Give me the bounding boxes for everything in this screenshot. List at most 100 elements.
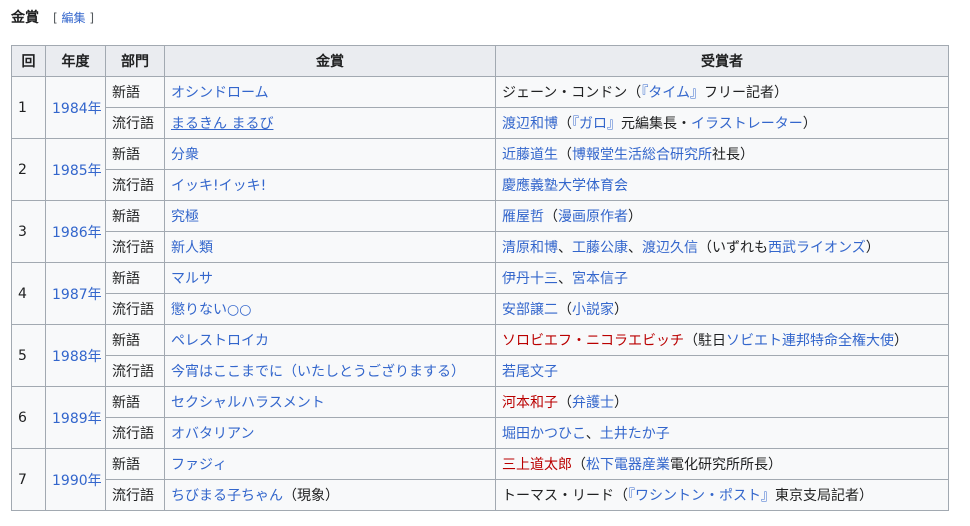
recipient-link[interactable]: ソビエト連邦特命全権大使 <box>726 333 894 349</box>
award-word-link[interactable]: 分衆 <box>171 147 199 163</box>
recipient-text: ） <box>894 333 908 349</box>
recipient-link[interactable]: 西武ライオンズ <box>768 240 866 256</box>
recipient-link[interactable]: 伊丹十三 <box>502 271 558 287</box>
recipient-link[interactable]: 堀田かつひこ <box>502 426 586 442</box>
recipient-text: 、 <box>558 240 572 256</box>
cell-recipient: 若尾文子 <box>495 355 949 387</box>
table-row: 流行語 新人類 清原和博、工藤公康、渡辺久信（いずれも西武ライオンズ） <box>12 231 949 263</box>
table-header-row: 回 年度 部門 金賞 受賞者 <box>11 45 949 77</box>
table-row: 流行語 ちびまる子ちゃん（現象） トーマス・リード（『ワシントン・ポスト』東京支局記… <box>12 479 949 511</box>
recipient-link[interactable]: 慶應義塾大学体育会 <box>502 178 628 194</box>
cell-category: 新語 <box>105 262 165 294</box>
table-row: 流行語 懲りない○○ 安部譲二（小説家） <box>12 293 949 325</box>
recipient-link[interactable]: 安部譲二 <box>502 302 558 318</box>
recipient-link[interactable]: 工藤公康 <box>572 240 628 256</box>
recipient-redlink[interactable]: ソロビエフ・ニコラエビッチ <box>502 333 684 349</box>
award-word-suffix: （現象） <box>283 488 339 504</box>
cell-recipient: 慶應義塾大学体育会 <box>495 169 949 201</box>
award-word-link[interactable]: オバタリアン <box>171 426 254 442</box>
award-word-link[interactable]: 懲りない○○ <box>171 302 251 318</box>
cell-category: 新語 <box>105 448 165 480</box>
award-word-link[interactable]: ペレストロイカ <box>171 333 269 349</box>
section-heading: 金賞 [ 編集 ] <box>11 7 94 27</box>
cell-number: 5 <box>11 324 46 387</box>
recipient-link[interactable]: 博報堂生活総合研究所 <box>572 147 712 163</box>
recipient-link[interactable]: 『タイム』 <box>641 85 704 101</box>
award-word-link[interactable]: まるきん まるび <box>171 116 273 132</box>
recipient-link[interactable]: 松下電器産業 <box>586 457 670 473</box>
cell-award-word: オバタリアン <box>164 417 496 449</box>
edit-section: [ 編集 ] <box>53 9 94 26</box>
cell-recipient: 雁屋哲（漫画原作者） <box>495 200 949 232</box>
recipient-link[interactable]: 宮本信子 <box>572 271 628 287</box>
year-link[interactable]: 1989年 <box>52 411 102 427</box>
table-row: 1 1984年 新語 オシンドローム ジェーン・コンドン（『タイム』フリー記者） <box>11 76 949 139</box>
header-recipient: 受賞者 <box>495 45 949 77</box>
recipient-link[interactable]: 土井たか子 <box>600 426 670 442</box>
edit-link[interactable]: 編集 <box>62 11 86 25</box>
recipient-link[interactable]: イラストレーター <box>691 116 803 132</box>
header-category: 部門 <box>105 45 165 77</box>
cell-award-word: まるきん まるび <box>164 107 496 139</box>
section-title: 金賞 <box>11 10 39 26</box>
recipient-link[interactable]: 渡辺久信 <box>642 240 698 256</box>
year-link[interactable]: 1986年 <box>52 225 102 241</box>
recipient-text: 電化研究所所長） <box>670 457 782 473</box>
table-row: 流行語 オバタリアン 堀田かつひこ、土井たか子 <box>12 417 949 449</box>
recipient-text: トーマス・リード（ <box>502 488 628 504</box>
recipient-redlink[interactable]: 河本和子 <box>502 395 558 411</box>
recipient-link[interactable]: 『ガロ』 <box>572 116 621 132</box>
award-word-link[interactable]: イッキ!イッキ! <box>171 178 266 194</box>
cell-category: 流行語 <box>105 417 165 449</box>
recipient-link[interactable]: 漫画原作者 <box>558 209 628 225</box>
award-word-link[interactable]: 新人類 <box>171 240 213 256</box>
header-gold-award: 金賞 <box>164 45 496 77</box>
cell-year: 1987年 <box>45 262 106 325</box>
cell-category: 新語 <box>105 138 165 170</box>
recipient-link[interactable]: 清原和博 <box>502 240 558 256</box>
year-link[interactable]: 1987年 <box>52 287 102 303</box>
recipient-link[interactable]: 渡辺和博 <box>502 116 558 132</box>
table-row: 7 1990年 新語 ファジィ 三上道太郎（松下電器産業電化研究所所長） <box>11 448 949 511</box>
award-word-link[interactable]: オシンドローム <box>171 85 269 101</box>
award-word-link[interactable]: マルサ <box>171 271 213 287</box>
cell-year: 1986年 <box>45 200 106 263</box>
edit-bracket-open: [ <box>53 11 58 25</box>
cell-category: 流行語 <box>105 107 165 139</box>
year-link[interactable]: 1984年 <box>52 101 102 117</box>
cell-award-word: マルサ <box>164 262 496 294</box>
recipient-link[interactable]: 弁護士 <box>572 395 614 411</box>
table-body: 1 1984年 新語 オシンドローム ジェーン・コンドン（『タイム』フリー記者） 流行語ま… <box>11 76 949 511</box>
recipient-text: （ <box>544 209 558 225</box>
recipient-link[interactable]: 近藤道生 <box>502 147 558 163</box>
cell-category: 流行語 <box>105 231 165 263</box>
cell-year: 1985年 <box>45 138 106 201</box>
year-link[interactable]: 1988年 <box>52 349 102 365</box>
recipient-link[interactable]: 『ワシントン・ポスト』 <box>628 488 775 504</box>
recipient-text: 、 <box>558 271 572 287</box>
award-word-link[interactable]: ファジィ <box>171 457 227 473</box>
recipient-text: （ <box>558 302 572 318</box>
recipient-redlink[interactable]: 三上道太郎 <box>502 457 572 473</box>
year-link[interactable]: 1990年 <box>52 473 102 489</box>
recipient-text: （駐日 <box>684 333 726 349</box>
cell-award-word: ちびまる子ちゃん（現象） <box>164 479 496 511</box>
cell-recipient: 伊丹十三、宮本信子 <box>495 262 949 294</box>
cell-award-word: 新人類 <box>164 231 496 263</box>
cell-number: 3 <box>11 200 46 263</box>
recipient-link[interactable]: 小説家 <box>572 302 614 318</box>
recipient-text: （いずれも <box>698 240 768 256</box>
header-year: 年度 <box>45 45 106 77</box>
award-word-link[interactable]: セクシャルハラスメント <box>171 395 325 411</box>
recipient-text: 東京支局記者） <box>775 488 873 504</box>
cell-recipient: トーマス・リード（『ワシントン・ポスト』東京支局記者） <box>495 479 949 511</box>
recipient-link[interactable]: 雁屋哲 <box>502 209 544 225</box>
award-word-link[interactable]: 究極 <box>171 209 199 225</box>
recipient-link[interactable]: 若尾文子 <box>502 364 558 380</box>
cell-award-word: ファジィ <box>164 448 496 480</box>
recipient-text: 、 <box>585 426 600 442</box>
award-word-link[interactable]: ちびまる子ちゃん <box>171 488 283 504</box>
cell-recipient: 近藤道生（博報堂生活総合研究所社長） <box>495 138 949 170</box>
award-word-link[interactable]: 今宵はここまでに（いたしとうござりまする） <box>171 364 465 380</box>
year-link[interactable]: 1985年 <box>52 163 102 179</box>
